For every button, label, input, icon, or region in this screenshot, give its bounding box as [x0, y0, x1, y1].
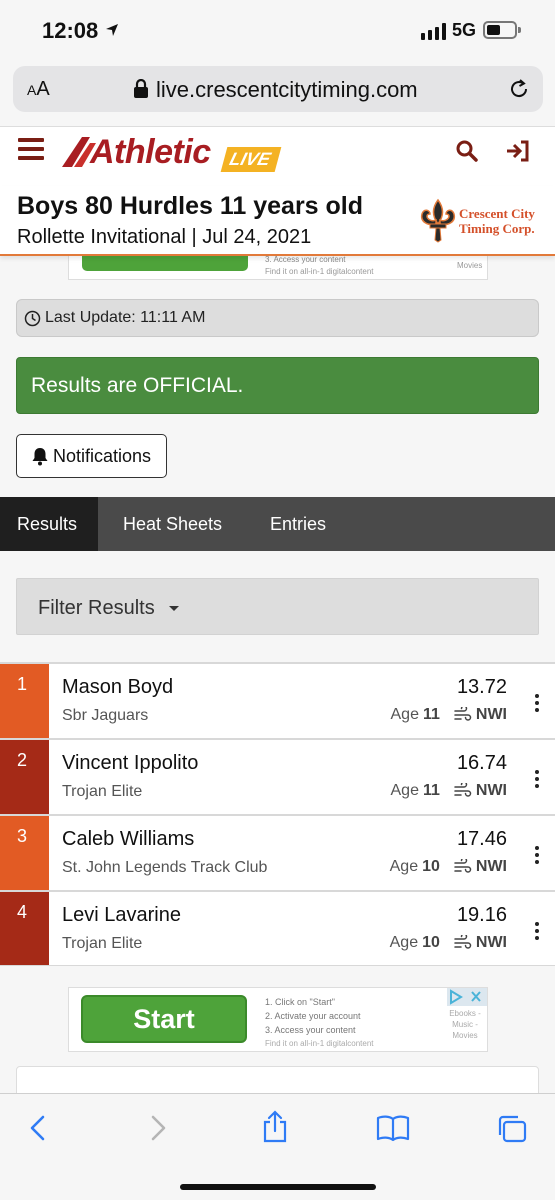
notifications-button[interactable]: Notifications: [16, 434, 167, 478]
wind-value: NWI: [475, 858, 507, 875]
team-name[interactable]: Trojan Elite: [62, 935, 142, 953]
bell-icon: [32, 448, 48, 466]
more-vertical-icon[interactable]: [535, 770, 539, 791]
login-icon[interactable]: [505, 139, 531, 163]
menu-icon[interactable]: [18, 138, 44, 160]
forward-icon[interactable]: [148, 1114, 168, 1142]
tab-bar: Results Heat Sheets Entries: [0, 497, 555, 551]
age-value: 10: [422, 858, 440, 875]
clock-icon: [24, 310, 41, 327]
age-label: Age: [390, 706, 419, 723]
team-name[interactable]: Sbr Jaguars: [62, 707, 148, 725]
site-header: Athletic LIVE: [0, 126, 555, 186]
place-badge: 2: [0, 740, 49, 814]
place-badge: 3: [0, 816, 49, 890]
team-name[interactable]: St. John Legends Track Club: [62, 859, 267, 877]
age-label: Age: [389, 934, 419, 951]
caret-down-icon: [169, 606, 179, 611]
event-title: Boys 80 Hurdles 11 years old: [17, 192, 364, 220]
age-label: Age: [389, 858, 419, 875]
text-size-button[interactable]: AA: [27, 78, 50, 101]
share-icon[interactable]: [261, 1110, 289, 1144]
wind-icon: [454, 783, 472, 797]
age-value: 10: [422, 934, 440, 951]
wind-value: NWI: [475, 934, 507, 951]
more-vertical-icon[interactable]: [535, 846, 539, 867]
ad-banner-top[interactable]: 3. Access your content Find it on all-in…: [68, 254, 488, 280]
signal-icon: [421, 22, 446, 40]
location-arrow-icon: [106, 24, 118, 36]
status-bar: 12:08 5G: [0, 0, 555, 62]
reload-icon[interactable]: [507, 77, 531, 101]
result-time: 17.46: [456, 828, 507, 850]
result-row[interactable]: 1 Mason Boyd Sbr Jaguars 13.72 Age 11 NW…: [0, 662, 555, 738]
fleur-de-lis-icon: [420, 198, 456, 243]
athlete-name[interactable]: Levi Lavarine: [62, 904, 181, 927]
event-subtitle: Rollette Invitational | Jul 24, 2021: [17, 226, 312, 248]
bookmarks-icon[interactable]: [376, 1114, 410, 1142]
wind-icon: [454, 707, 472, 721]
last-update-bar: Last Update: 11:11 AM: [16, 299, 539, 337]
age-label: Age: [390, 782, 419, 799]
results-list: 1 Mason Boyd Sbr Jaguars 13.72 Age 11 NW…: [0, 662, 555, 966]
result-time: 13.72: [456, 676, 507, 698]
sponsor-logo[interactable]: Crescent City Timing Corp.: [418, 198, 548, 244]
athlete-name[interactable]: Vincent Ippolito: [62, 752, 198, 775]
home-indicator: [180, 1184, 376, 1190]
status-time: 12:08: [42, 18, 99, 43]
last-update-text: Last Update: 11:11 AM: [45, 309, 206, 326]
tab-results[interactable]: Results: [0, 497, 98, 551]
url-text: live.crescentcitytiming.com: [156, 77, 418, 102]
wind-icon: [454, 935, 472, 949]
wind-value: NWI: [475, 782, 507, 799]
place-badge: 4: [0, 892, 49, 965]
result-row[interactable]: 2 Vincent Ippolito Trojan Elite 16.74 Ag…: [0, 738, 555, 814]
athlete-meta: Age 10 NWI: [390, 857, 507, 876]
address-bar[interactable]: AA live.crescentcitytiming.com: [13, 66, 543, 112]
event-header: Boys 80 Hurdles 11 years old Rollette In…: [0, 186, 555, 256]
athletic-live-logo[interactable]: Athletic LIVE: [60, 129, 300, 175]
ad-banner[interactable]: Start 1. Click on "Start" 2. Activate yo…: [68, 987, 488, 1052]
lock-icon: [134, 79, 148, 98]
filter-results-dropdown[interactable]: Filter Results: [16, 578, 539, 635]
battery-icon: [483, 21, 517, 39]
tab-heat-sheets[interactable]: Heat Sheets: [123, 497, 222, 551]
more-vertical-icon[interactable]: [535, 922, 539, 943]
more-vertical-icon[interactable]: [535, 694, 539, 715]
tabs-icon[interactable]: [496, 1114, 528, 1144]
official-status-banner: Results are OFFICIAL.: [16, 357, 539, 414]
athlete-meta: Age 11 NWI: [391, 705, 508, 724]
ad-start-button[interactable]: Start: [81, 995, 247, 1043]
athlete-meta: Age 11 NWI: [391, 781, 508, 800]
result-time: 16.74: [456, 752, 507, 774]
athlete-name[interactable]: Mason Boyd: [62, 676, 173, 699]
place-badge: 1: [0, 664, 49, 738]
team-name[interactable]: Trojan Elite: [62, 783, 142, 801]
back-icon[interactable]: [28, 1114, 48, 1142]
wind-icon: [454, 859, 472, 873]
ad-choices-icon[interactable]: [447, 988, 487, 1006]
tab-entries[interactable]: Entries: [270, 497, 326, 551]
wind-value: NWI: [475, 706, 507, 723]
age-value: 11: [422, 782, 440, 799]
network-label: 5G: [452, 20, 477, 40]
result-row[interactable]: 4 Levi Lavarine Trojan Elite 19.16 Age 1…: [0, 890, 555, 966]
search-icon[interactable]: [455, 139, 479, 163]
athlete-name[interactable]: Caleb Williams: [62, 828, 194, 851]
result-row[interactable]: 3 Caleb Williams St. John Legends Track …: [0, 814, 555, 890]
athlete-meta: Age 10 NWI: [390, 933, 507, 952]
age-value: 11: [422, 706, 440, 723]
result-time: 19.16: [456, 904, 507, 926]
